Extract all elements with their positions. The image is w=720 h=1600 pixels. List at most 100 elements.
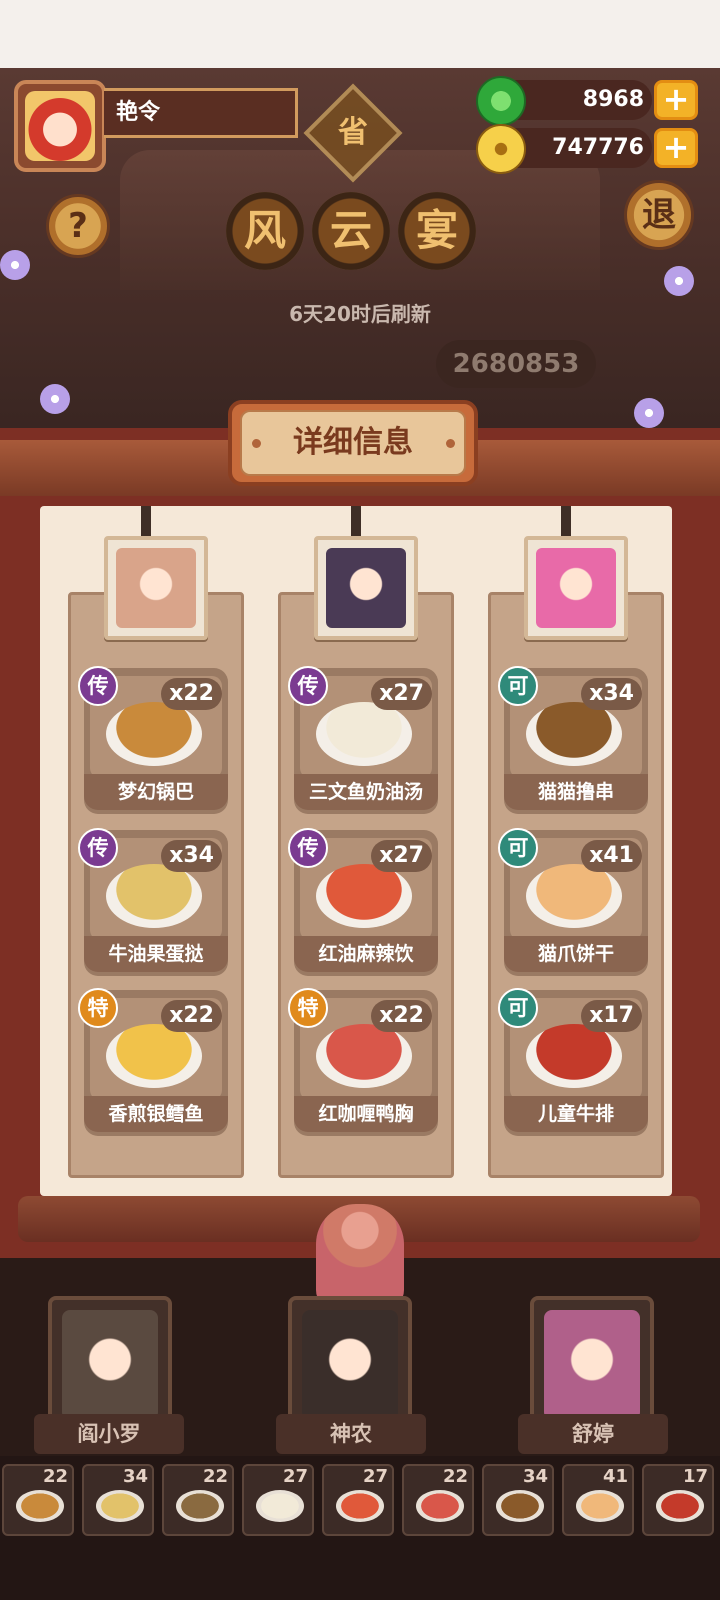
dish-image — [316, 1024, 412, 1088]
flower-icon — [634, 398, 664, 428]
dish-name: 儿童牛排 — [504, 1096, 648, 1132]
dish-thumbnail — [176, 1490, 224, 1522]
inventory-count: 17 — [682, 1466, 708, 1487]
rarity-badge: 可 — [498, 666, 538, 706]
dish-count: x22 — [161, 1000, 222, 1032]
dish-card[interactable]: 传 x34 牛油果蛋挞 — [78, 828, 228, 976]
province-label: 省 — [338, 115, 368, 150]
inventory-slot[interactable]: 27 — [242, 1464, 314, 1536]
dish-image — [526, 1024, 622, 1088]
portrait-image — [326, 548, 406, 628]
dish-thumbnail — [416, 1490, 464, 1522]
plate-dot — [252, 439, 261, 448]
inventory-slot[interactable]: 22 — [162, 1464, 234, 1536]
flower-icon — [664, 266, 694, 296]
character-portrait-2[interactable] — [314, 536, 418, 640]
character-name-3: 舒婷 — [518, 1414, 668, 1454]
dish-count: x34 — [581, 678, 642, 710]
character-portrait-1[interactable] — [104, 536, 208, 640]
dish-count: x22 — [161, 678, 222, 710]
character-image — [544, 1310, 640, 1420]
panel-title: 详细信息 — [240, 410, 466, 476]
character-name-2: 神农 — [276, 1414, 426, 1454]
dish-thumbnail — [336, 1490, 384, 1522]
character-portrait-3[interactable] — [524, 536, 628, 640]
inventory-slot[interactable]: 22 — [402, 1464, 474, 1536]
dish-name: 香煎银鳕鱼 — [84, 1096, 228, 1132]
inventory-count: 27 — [282, 1466, 308, 1487]
dish-name: 猫猫撸串 — [504, 774, 648, 810]
player-name: 艳令 — [104, 88, 298, 138]
dish-image — [316, 702, 412, 766]
inventory-count: 34 — [522, 1466, 548, 1487]
character-image — [62, 1310, 158, 1420]
player-avatar[interactable] — [14, 80, 106, 172]
dish-name: 梦幻锅巴 — [84, 774, 228, 810]
dish-count: x34 — [161, 840, 222, 872]
dish-thumbnail — [96, 1490, 144, 1522]
dish-card[interactable]: 可 x17 儿童牛排 — [498, 988, 648, 1136]
dish-name: 三文鱼奶油汤 — [294, 774, 438, 810]
dish-image — [106, 702, 202, 766]
dish-thumbnail — [656, 1490, 704, 1522]
refresh-timer: 6天20时后刷新 — [289, 302, 431, 326]
hanger-pin — [561, 506, 571, 536]
dish-card[interactable]: 传 x27 三文鱼奶油汤 — [288, 666, 438, 814]
inventory-slot[interactable]: 27 — [322, 1464, 394, 1536]
jade-icon — [476, 76, 526, 126]
dish-thumbnail — [576, 1490, 624, 1522]
portrait-image — [116, 548, 196, 628]
jade-amount: 8968 — [582, 87, 644, 112]
portrait-image — [536, 548, 616, 628]
rarity-badge: 传 — [288, 666, 328, 706]
flower-icon — [40, 384, 70, 414]
help-button[interactable]: ? — [46, 194, 110, 258]
rarity-badge: 特 — [288, 988, 328, 1028]
rarity-badge: 传 — [78, 828, 118, 868]
dish-count: x17 — [581, 1000, 642, 1032]
inventory-slot[interactable]: 17 — [642, 1464, 714, 1536]
dish-card[interactable]: 可 x34 猫猫撸串 — [498, 666, 648, 814]
dish-card[interactable]: 特 x22 香煎银鳕鱼 — [78, 988, 228, 1136]
plate-dot — [446, 439, 455, 448]
coin-amount: 747776 — [552, 135, 644, 160]
dish-thumbnail — [16, 1490, 64, 1522]
dish-image — [526, 864, 622, 928]
inventory-count: 34 — [122, 1466, 148, 1487]
dish-card[interactable]: 可 x41 猫爪饼干 — [498, 828, 648, 976]
exit-button[interactable]: 退 — [624, 180, 694, 250]
inventory-count: 22 — [442, 1466, 468, 1487]
dish-count: x27 — [371, 840, 432, 872]
dish-name: 牛油果蛋挞 — [84, 936, 228, 972]
rarity-badge: 可 — [498, 828, 538, 868]
dish-card[interactable]: 特 x22 红咖喱鸭胸 — [288, 988, 438, 1136]
dish-card[interactable]: 传 x22 梦幻锅巴 — [78, 666, 228, 814]
dish-count: x41 — [581, 840, 642, 872]
dish-image — [526, 702, 622, 766]
rarity-badge: 特 — [78, 988, 118, 1028]
dish-name: 猫爪饼干 — [504, 936, 648, 972]
dish-count: x22 — [371, 1000, 432, 1032]
flower-icon — [0, 250, 30, 280]
title-char-feng: 风 — [226, 192, 304, 270]
inventory-slot[interactable]: 41 — [562, 1464, 634, 1536]
dish-thumbnail — [256, 1490, 304, 1522]
rarity-badge: 传 — [78, 666, 118, 706]
knot-tassel-icon — [316, 1204, 404, 1310]
title-char-yun: 云 — [312, 192, 390, 270]
status-bar — [0, 0, 720, 68]
dish-card[interactable]: 传 x27 红油麻辣饮 — [288, 828, 438, 976]
inventory-count: 27 — [362, 1466, 388, 1487]
inventory-slot[interactable]: 34 — [82, 1464, 154, 1536]
rarity-badge: 可 — [498, 988, 538, 1028]
inventory-slot[interactable]: 34 — [482, 1464, 554, 1536]
avatar-portrait — [25, 91, 95, 161]
inventory-slot[interactable]: 22 — [2, 1464, 74, 1536]
coin-icon — [476, 124, 526, 174]
inventory-count: 22 — [202, 1466, 228, 1487]
add-jade-button[interactable]: + — [654, 80, 698, 120]
dish-thumbnail — [496, 1490, 544, 1522]
dish-name: 红咖喱鸭胸 — [294, 1096, 438, 1132]
rarity-badge: 传 — [288, 828, 328, 868]
add-coin-button[interactable]: + — [654, 128, 698, 168]
